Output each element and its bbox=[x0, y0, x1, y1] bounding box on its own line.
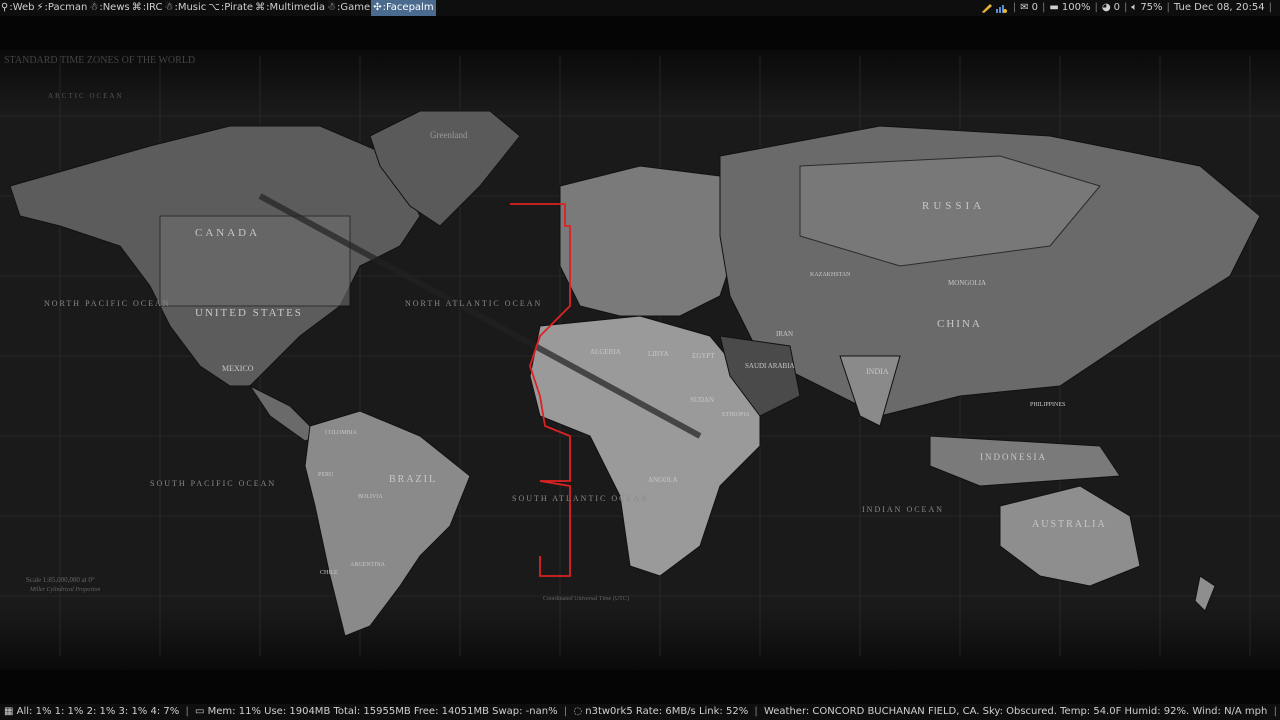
tag-glyph-icon: ☃ bbox=[89, 2, 99, 13]
tag-label: Game bbox=[340, 2, 371, 13]
tag-glyph-icon: ⚲ bbox=[1, 2, 9, 13]
top-panel: ⚲:Web ⚡:Pacman ☃:News ⌘:IRC ☃:Music ⌥:Pirate ⌘… bbox=[0, 0, 1280, 16]
tag-facepalm[interactable]: ✣:Facepalm bbox=[371, 0, 436, 16]
europe-shape bbox=[559, 165, 741, 317]
label-mongolia: MONGOLIA bbox=[948, 279, 986, 287]
label-mexico: MEXICO bbox=[222, 364, 254, 373]
tag-pacman[interactable]: ⚡:Pacman bbox=[36, 0, 89, 16]
label-algeria: ALGERIA bbox=[590, 348, 621, 356]
label-sudan: SUDAN bbox=[690, 396, 714, 404]
label-peru: PERU bbox=[318, 472, 334, 478]
tag-label: IRC bbox=[146, 2, 163, 13]
label-argentina: ARGENTINA bbox=[350, 562, 386, 568]
tag-game[interactable]: ☃:Game bbox=[326, 0, 371, 16]
tag-label: Pirate bbox=[224, 2, 254, 13]
utc-note: Coordinated Universal Time (UTC) bbox=[543, 595, 629, 602]
clock[interactable]: Tue Dec 08, 20:54 bbox=[1174, 0, 1265, 16]
updates-icon: ◕ bbox=[1101, 2, 1111, 13]
label-south-pacific: SOUTH PACIFIC OCEAN bbox=[150, 479, 276, 488]
battery-level[interactable]: 100% bbox=[1062, 0, 1091, 16]
updates-count[interactable]: 0 bbox=[1114, 0, 1120, 16]
label-north-atlantic: NORTH ATLANTIC OCEAN bbox=[405, 299, 542, 308]
network-usage[interactable]: n3tw0rk5 Rate: 6MB/s Link: 52% bbox=[585, 706, 748, 717]
separator: | bbox=[1094, 2, 1098, 13]
weather-info[interactable]: Weather: CONCORD BUCHANAN FIELD, CA. Sky… bbox=[764, 706, 1267, 717]
volume-icon: 🔈︎ bbox=[1131, 2, 1138, 13]
tag-glyph-icon: ⌥ bbox=[208, 2, 220, 13]
network-icon: ◌ bbox=[573, 706, 583, 717]
world-time-zone-map: STANDARD TIME ZONES OF THE WORLD CANADA … bbox=[0, 50, 1280, 670]
separator: | bbox=[1273, 706, 1277, 717]
cpu-icon: ▦ bbox=[4, 706, 14, 717]
tag-news[interactable]: ☃:News bbox=[88, 0, 130, 16]
label-chile: CHILE bbox=[320, 570, 338, 576]
label-south-atlantic: SOUTH ATLANTIC OCEAN bbox=[512, 494, 649, 503]
label-bolivia: BOLIVIA bbox=[358, 494, 383, 500]
tag-multimedia[interactable]: ⌘:Multimedia bbox=[254, 0, 326, 16]
tag-label: Pacman bbox=[47, 2, 88, 13]
label-russia: RUSSIA bbox=[922, 200, 985, 212]
label-egypt: EGYPT bbox=[692, 352, 715, 360]
separator: | bbox=[1166, 2, 1170, 13]
tag-glyph-icon: ✣ bbox=[373, 2, 382, 13]
map-title: STANDARD TIME ZONES OF THE WORLD bbox=[4, 55, 195, 66]
tag-glyph-icon: ☃ bbox=[327, 2, 337, 13]
tag-label: Multimedia bbox=[269, 2, 326, 13]
memory-icon: ▭ bbox=[195, 706, 205, 717]
volume-level[interactable]: 75% bbox=[1140, 0, 1162, 16]
label-libya: LIBYA bbox=[648, 350, 669, 358]
memory-usage[interactable]: Mem: 11% Use: 1904MB Total: 15955MB Free… bbox=[208, 706, 558, 717]
label-greenland: Greenland bbox=[430, 130, 468, 140]
tag-list: ⚲:Web ⚡:Pacman ☃:News ⌘:IRC ☃:Music ⌥:Pirate ⌘… bbox=[0, 0, 436, 16]
label-brazil: BRAZIL bbox=[389, 474, 437, 485]
network-tray-icon[interactable] bbox=[995, 3, 1007, 13]
label-philippines: PHILIPPINES bbox=[1030, 402, 1065, 408]
tag-glyph-icon: ⌘ bbox=[255, 2, 266, 13]
label-iran: IRAN bbox=[776, 330, 793, 338]
tag-label: News bbox=[102, 2, 130, 13]
separator: | bbox=[1268, 2, 1272, 13]
pencil-icon[interactable] bbox=[981, 3, 993, 13]
label-saudi-arabia: SAUDI ARABIA bbox=[745, 362, 795, 370]
separator: | bbox=[1042, 2, 1046, 13]
tag-music[interactable]: ☃:Music bbox=[163, 0, 207, 16]
label-united-states: UNITED STATES bbox=[195, 307, 303, 319]
label-india: INDIA bbox=[866, 367, 889, 376]
desktop-wallpaper: STANDARD TIME ZONES OF THE WORLD CANADA … bbox=[0, 16, 1280, 704]
label-australia: AUSTRALIA bbox=[1032, 519, 1107, 530]
label-canada: CANADA bbox=[195, 227, 260, 239]
map-projection: Miller Cylindrical Projection bbox=[29, 587, 100, 593]
label-kazakhstan: KAZAKHSTAN bbox=[810, 272, 851, 278]
tag-web[interactable]: ⚲:Web bbox=[0, 0, 36, 16]
tag-glyph-icon: ⚡ bbox=[36, 2, 44, 13]
separator: | bbox=[754, 706, 758, 717]
tag-label: Music bbox=[177, 2, 207, 13]
system-tray: | ✉ 0 | ▬ 100% | ◕ 0 | 🔈︎ 75% | Tue Dec … bbox=[981, 0, 1280, 16]
tag-label: Facepalm bbox=[385, 2, 434, 13]
map-scale: Scale 1:85,000,000 at 0° bbox=[26, 576, 95, 584]
separator: | bbox=[563, 706, 568, 717]
label-china: CHINA bbox=[937, 318, 982, 330]
label-indonesia: INDONESIA bbox=[980, 452, 1047, 462]
label-colombia: COLOMBIA bbox=[325, 430, 358, 436]
label-angola: ANGOLA bbox=[648, 476, 678, 484]
mail-icon: ✉ bbox=[1020, 2, 1029, 13]
label-arctic-ocean: ARCTIC OCEAN bbox=[48, 92, 124, 100]
label-indian-ocean: INDIAN OCEAN bbox=[862, 505, 944, 514]
mail-count[interactable]: 0 bbox=[1032, 0, 1038, 16]
bottom-status-panel: ▦ All: 1% 1: 1% 2: 1% 3: 1% 4: 7% | ▭ Me… bbox=[0, 704, 1280, 720]
label-north-pacific: NORTH PACIFIC OCEAN bbox=[44, 299, 171, 308]
tag-pirate[interactable]: ⌥:Pirate bbox=[207, 0, 254, 16]
tag-label: Web bbox=[12, 2, 35, 13]
label-ethiopia: ETHIOPIA bbox=[722, 412, 750, 418]
tag-glyph-icon: ☃ bbox=[164, 2, 174, 13]
tag-glyph-icon: ⌘ bbox=[131, 2, 142, 13]
battery-icon: ▬ bbox=[1049, 2, 1059, 13]
tag-irc[interactable]: ⌘:IRC bbox=[131, 0, 164, 16]
separator: | bbox=[1123, 2, 1128, 13]
cpu-usage[interactable]: All: 1% 1: 1% 2: 1% 3: 1% 4: 7% bbox=[17, 706, 180, 717]
separator: | bbox=[185, 706, 189, 717]
separator: | bbox=[1012, 2, 1017, 13]
